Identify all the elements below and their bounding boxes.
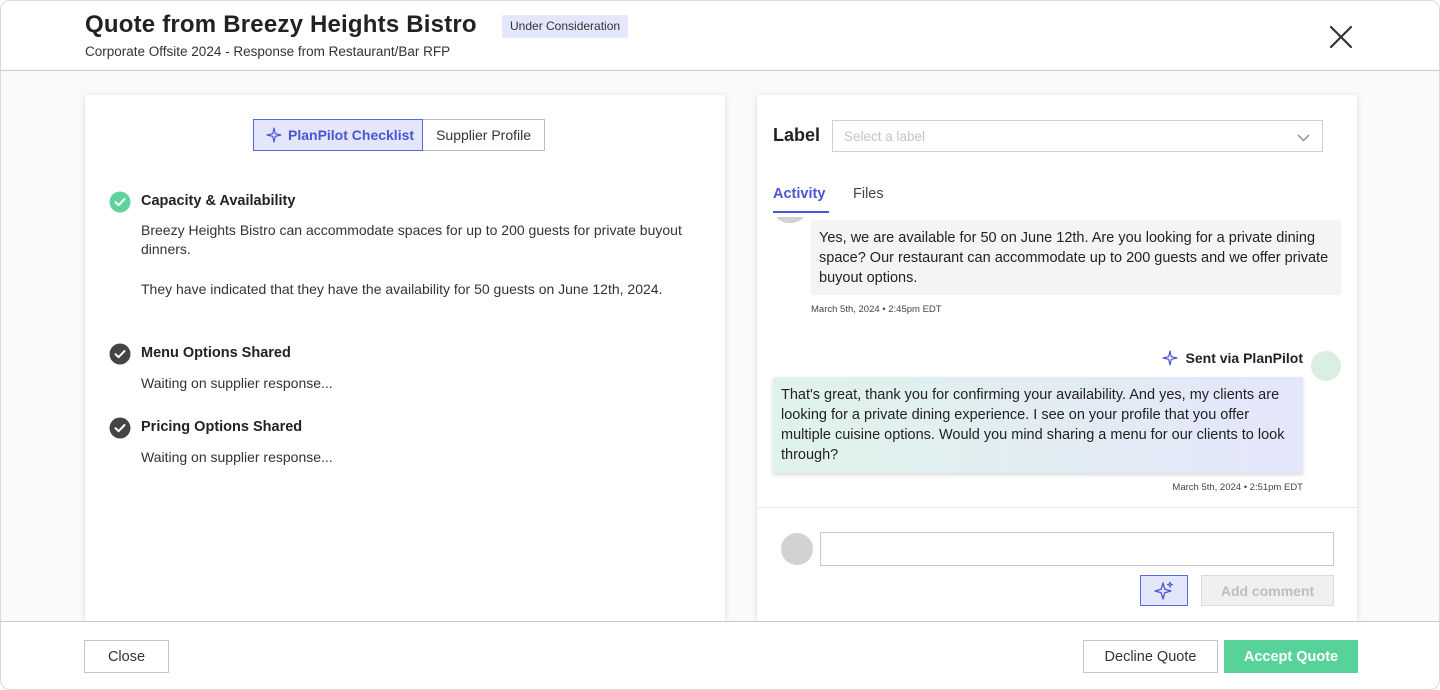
sparkle-icon [266,127,282,143]
view-toggle: PlanPilot Checklist Supplier Profile [253,119,546,151]
checklist-item-title: Capacity & Availability [141,193,296,209]
sparkle-icon [1154,581,1174,600]
checklist-item-text: They have indicated that they have the a… [141,281,663,297]
checklist-item-title: Menu Options Shared [141,345,291,361]
sent-via-text: Sent via PlanPilot [1185,350,1303,366]
add-comment-button[interactable]: Add comment [1201,575,1334,606]
avatar [775,217,805,223]
accept-quote-button[interactable]: Accept Quote [1224,640,1358,673]
toggle-active-label: PlanPilot Checklist [288,127,415,143]
page-subtitle: Corporate Offsite 2024 - Response from R… [85,44,451,59]
tab-files[interactable]: Files [853,186,884,202]
sparkle-icon [1161,350,1178,366]
ai-assist-button[interactable] [1140,575,1188,606]
close-button[interactable]: Close [84,640,169,673]
page-title: Quote from Breezy Heights Bistro [85,11,477,38]
avatar [781,533,813,565]
modal-footer: Close Decline Quote Accept Quote [1,621,1439,689]
label-select-placeholder: Select a label [844,129,926,144]
comment-composer: Add comment [757,507,1357,622]
checklist-item-text: Breezy Heights Bistro can accommodate sp… [141,222,682,257]
check-pending-icon [109,417,131,439]
close-icon[interactable] [1327,23,1355,51]
label-heading: Label [773,125,821,145]
chevron-down-icon [1297,134,1310,142]
message-outgoing: That's great, thank you for confirming y… [773,377,1303,473]
tab-activity[interactable]: Activity [773,186,825,202]
activity-panel: Label Select a label Activity Files Yes,… [757,95,1357,622]
check-pending-icon [109,343,131,365]
label-select[interactable]: Select a label [832,120,1323,152]
comment-input[interactable] [820,532,1334,566]
activity-feed[interactable]: Yes, we are available for 50 on June 12t… [757,217,1357,505]
tab-supplier-profile[interactable]: Supplier Profile [423,119,546,151]
status-badge: Under Consideration [502,15,629,38]
tab-planpilot-checklist[interactable]: PlanPilot Checklist [253,119,424,151]
modal-header: Quote from Breezy Heights Bistro Under C… [1,1,1439,71]
tab-active-indicator [773,211,829,213]
checklist-panel: PlanPilot Checklist Supplier Profile Cap… [85,95,725,622]
decline-quote-button[interactable]: Decline Quote [1083,640,1218,673]
check-complete-icon [109,191,131,213]
message-incoming: Yes, we are available for 50 on June 12t… [811,220,1341,295]
checklist-item-title: Pricing Options Shared [141,419,303,435]
avatar [1311,351,1341,381]
checklist-item-text: Waiting on supplier response... [141,375,333,391]
quote-modal: Quote from Breezy Heights Bistro Under C… [0,0,1440,690]
message-timestamp: March 5th, 2024 • 2:51pm EDT [1172,482,1303,493]
sent-via-label: Sent via PlanPilot [1161,350,1303,366]
checklist-item-text: Waiting on supplier response... [141,449,333,465]
message-timestamp: March 5th, 2024 • 2:45pm EDT [811,304,942,315]
